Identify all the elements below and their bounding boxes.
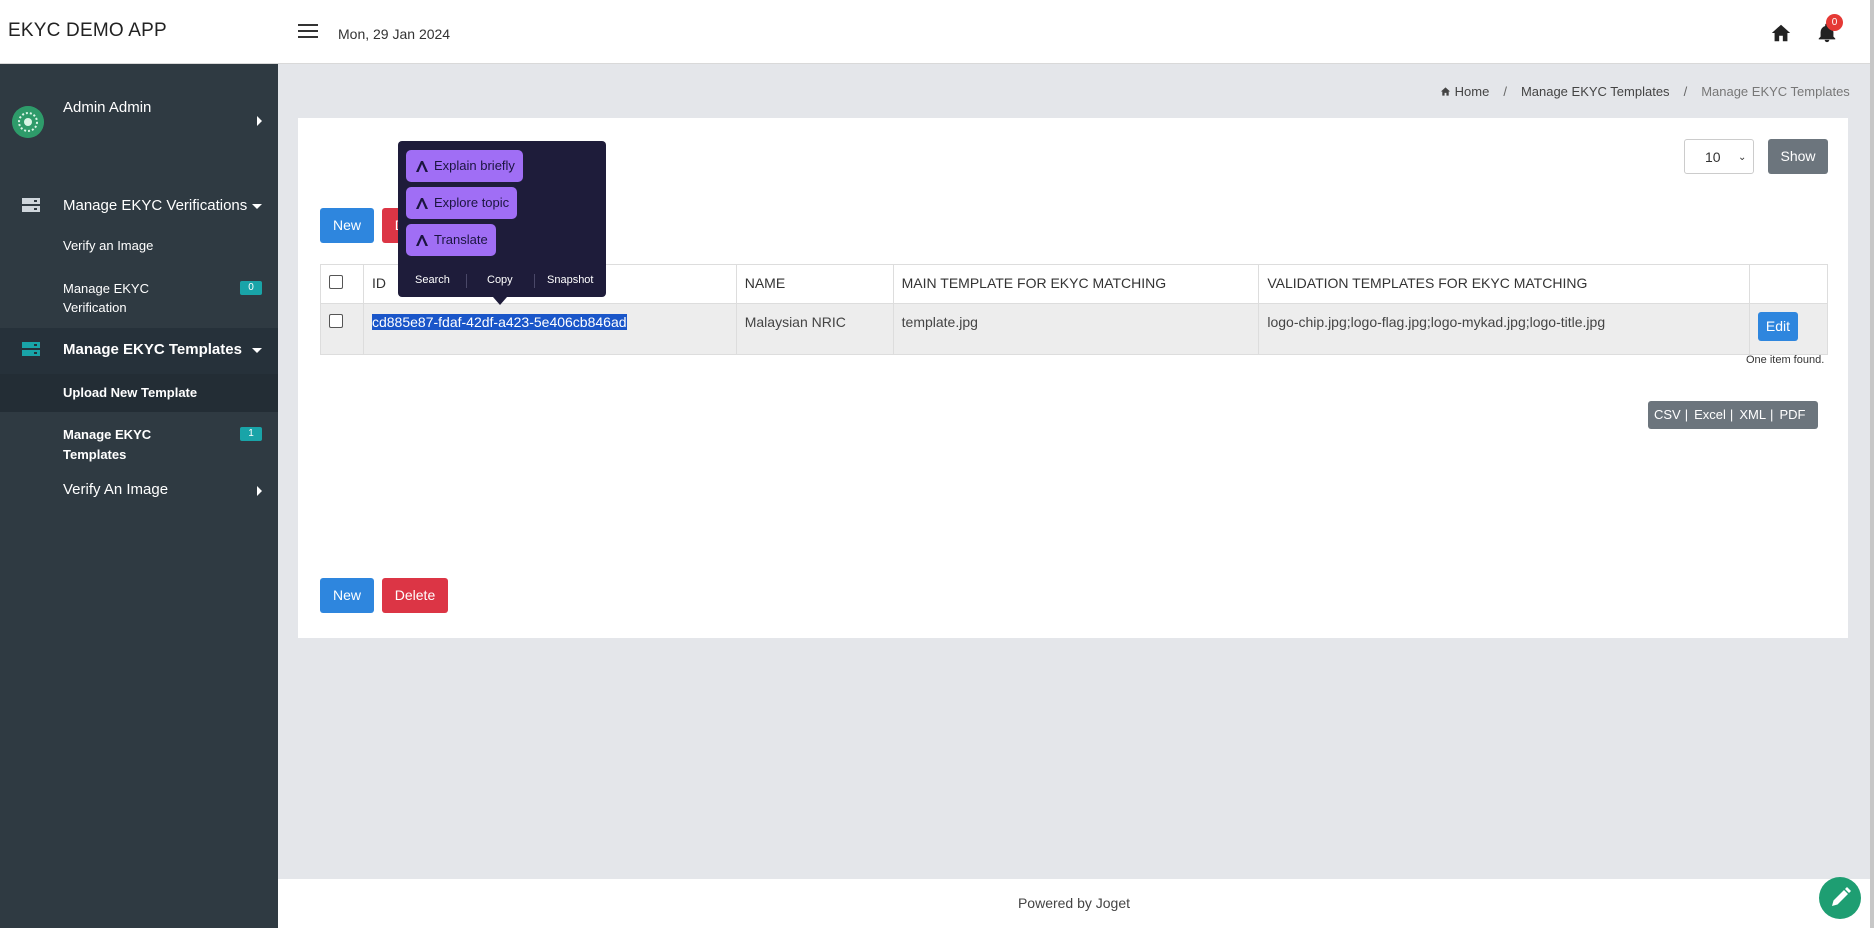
cell-id: cd885e87-fdaf-42df-a423-5e406cb846ad	[362, 303, 737, 355]
cell-main-template: template.jpg	[892, 303, 1260, 355]
sparkle-icon	[416, 235, 428, 246]
avatar	[12, 106, 44, 138]
nav-item-verify-an-image[interactable]: Verify an Image	[63, 238, 153, 253]
export-csv[interactable]: CSV	[1654, 407, 1681, 422]
cell-validation-templates: logo-chip.jpg;logo-flag.jpg;logo-mykad.j…	[1258, 303, 1750, 355]
row-select-cell	[320, 303, 364, 355]
column-header-validation-templates[interactable]: VALIDATION TEMPLATES FOR EKYC MATCHING	[1258, 264, 1750, 304]
cell-name: Malaysian NRIC	[735, 303, 894, 355]
new-button[interactable]: New	[320, 208, 374, 243]
cell-actions: Edit	[1748, 303, 1829, 355]
app-title: EKYC DEMO APP	[8, 20, 167, 41]
edit-button[interactable]: Edit	[1757, 312, 1798, 341]
divider	[466, 274, 467, 288]
popup-snapshot-action[interactable]: Snapshot	[547, 274, 593, 286]
export-separator: |	[1770, 407, 1774, 422]
chevron-right-icon	[257, 116, 262, 126]
chevron-down-icon	[252, 204, 262, 209]
menu-toggle-icon[interactable]	[298, 24, 318, 40]
sparkle-icon	[416, 198, 428, 209]
selected-id-text[interactable]: cd885e87-fdaf-42df-a423-5e406cb846ad	[371, 314, 627, 330]
select-all-checkbox[interactable]	[329, 275, 343, 289]
pill-label: Translate	[434, 232, 488, 247]
edit-fab[interactable]	[1819, 877, 1861, 919]
popup-search-action[interactable]: Search	[415, 274, 450, 286]
delete-button-bottom[interactable]: Delete	[382, 578, 448, 613]
breadcrumb-separator: /	[1683, 84, 1688, 99]
server-icon	[22, 342, 40, 356]
column-header-name[interactable]: NAME	[735, 264, 894, 304]
count-badge: 1	[240, 427, 262, 441]
chevron-right-icon	[257, 486, 262, 496]
top-bar: EKYC DEMO APP Mon, 29 Jan 2024 0	[0, 0, 1870, 64]
sparkle-icon	[416, 161, 428, 172]
pill-label: Explore topic	[434, 195, 510, 210]
footer: Powered by Joget	[278, 879, 1870, 928]
nav-manage-ekyc-templates[interactable]: Manage EKYC Templates	[0, 328, 278, 374]
column-header-main-template[interactable]: MAIN TEMPLATE FOR EKYC MATCHING	[892, 264, 1260, 304]
popup-actions: Search Copy Snapshot	[398, 271, 606, 291]
nav-title: Manage EKYC Templates	[63, 341, 242, 358]
show-button[interactable]: Show	[1768, 139, 1828, 174]
pill-label: Explain briefly	[434, 158, 515, 173]
export-buttons: CSV | Excel | XML | PDF	[1648, 401, 1818, 429]
divider	[534, 274, 535, 288]
footer-text: Powered by Joget	[1017, 895, 1131, 911]
breadcrumb: Home / Manage EKYC Templates / Manage EKYC T…	[1440, 84, 1850, 99]
pencil-icon	[1832, 887, 1851, 906]
table-row: cd885e87-fdaf-42df-a423-5e406cb846ad Mal…	[320, 303, 1829, 355]
explain-briefly-button[interactable]: Explain briefly	[406, 150, 523, 182]
breadcrumb-current: Manage EKYC Templates	[1701, 84, 1850, 99]
nav-title: Verify An Image	[63, 481, 169, 498]
row-checkbox[interactable]	[329, 314, 343, 328]
export-separator: |	[1729, 407, 1734, 422]
user-profile[interactable]: Admin Admin	[0, 64, 278, 184]
new-button-bottom[interactable]: New	[320, 578, 374, 613]
popup-arrow	[493, 297, 507, 305]
server-icon	[22, 198, 40, 212]
home-icon[interactable]	[1770, 22, 1792, 44]
user-name: Admin Admin	[63, 99, 152, 116]
nav-title: Manage EKYC Verifications	[63, 197, 248, 214]
current-date: Mon, 29 Jan 2024	[338, 26, 451, 42]
nav-manage-ekyc-verifications[interactable]: Manage EKYC Verifications	[0, 184, 278, 230]
column-header-actions	[1748, 264, 1829, 304]
export-xml[interactable]: XML	[1739, 407, 1766, 422]
chevron-down-icon	[252, 348, 262, 353]
nav-item-manage-ekyc-verification[interactable]: Manage EKYC Verification	[63, 279, 183, 317]
translate-button[interactable]: Translate	[406, 224, 496, 256]
page-size-select[interactable]: 10 ⌄	[1684, 139, 1754, 174]
page-scrollbar[interactable]	[1870, 0, 1874, 928]
explore-topic-button[interactable]: Explore topic	[406, 187, 518, 219]
breadcrumb-home[interactable]: Home	[1455, 84, 1490, 99]
select-all-cell	[320, 264, 364, 304]
sidebar: Admin Admin Manage EKYC Verifications Ve…	[0, 64, 278, 928]
breadcrumb-separator: /	[1503, 84, 1507, 99]
nav-verify-an-image[interactable]: Verify An Image	[0, 475, 278, 515]
count-badge: 0	[240, 281, 262, 295]
export-separator: |	[1684, 407, 1689, 422]
export-excel[interactable]: Excel	[1694, 407, 1726, 422]
result-count: One item found.	[1746, 354, 1825, 366]
nav-item-manage-ekyc-templates[interactable]: Manage EKYC Templates	[63, 425, 173, 465]
breadcrumb-parent[interactable]: Manage EKYC Templates	[1521, 84, 1670, 99]
export-pdf[interactable]: PDF	[1779, 407, 1805, 422]
home-icon	[1440, 87, 1451, 96]
chevron-down-icon: ⌄	[1738, 152, 1747, 163]
selection-popup: Explain briefly Explore topic Translate …	[398, 141, 606, 297]
nav-item-upload-new-template[interactable]: Upload New Template	[63, 385, 197, 400]
popup-copy-action[interactable]: Copy	[487, 274, 513, 286]
page-size-value: 10	[1705, 149, 1721, 165]
notification-badge: 0	[1826, 14, 1843, 31]
